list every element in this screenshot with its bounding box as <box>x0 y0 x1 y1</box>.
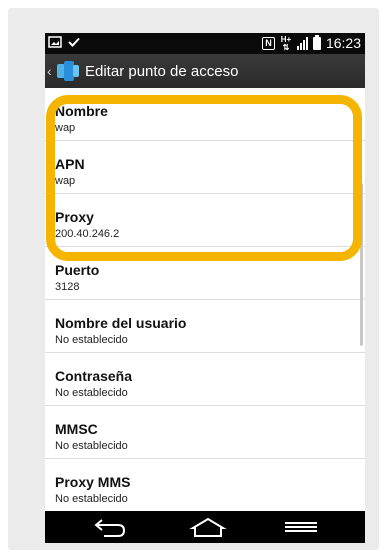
action-bar: ‹ Editar punto de acceso <box>45 54 365 88</box>
setting-nombre-usuario[interactable]: Nombre del usuario No establecido <box>45 300 365 353</box>
app-icon[interactable] <box>57 60 79 82</box>
setting-label: Contraseña <box>55 368 133 384</box>
nfc-icon: N <box>261 37 275 50</box>
setting-value: wap <box>55 175 76 187</box>
setting-label: Puerto <box>55 262 100 278</box>
up-chevron-icon[interactable]: ‹ <box>47 63 55 79</box>
back-icon[interactable] <box>90 516 130 538</box>
setting-contrasena[interactable]: Contraseña No establecido <box>45 353 365 406</box>
setting-label: Proxy MMS <box>55 474 131 490</box>
phone-screen: N H+ ⇅ 16:23 ‹ Editar punto de acceso Nom… <box>45 33 365 543</box>
hplus-icon: H+ ⇅ <box>280 34 292 52</box>
status-time: 16:23 <box>325 35 361 51</box>
setting-label: MMSC <box>55 421 98 437</box>
screenshot-frame: N H+ ⇅ 16:23 ‹ Editar punto de acceso Nom… <box>8 8 379 550</box>
check-icon <box>68 37 80 47</box>
setting-label: APN <box>55 156 85 172</box>
setting-puerto[interactable]: Puerto 3128 <box>45 247 365 300</box>
scrollbar[interactable] <box>360 183 363 346</box>
setting-value: 3128 <box>55 281 80 293</box>
navigation-bar <box>45 511 365 543</box>
setting-apn[interactable]: APN wap <box>45 141 365 194</box>
setting-proxy-mms[interactable]: Proxy MMS No establecido <box>45 459 365 512</box>
menu-icon[interactable] <box>281 516 321 538</box>
settings-list: Nombre wap APN wap Proxy 200.40.246.2 Pu… <box>45 88 365 512</box>
home-icon[interactable] <box>188 516 228 538</box>
setting-value: 200.40.246.2 <box>55 228 120 240</box>
setting-value: No establecido <box>55 440 128 452</box>
setting-label: Proxy <box>55 209 94 225</box>
battery-icon <box>312 35 321 50</box>
setting-value: No establecido <box>55 334 128 346</box>
setting-nombre[interactable]: Nombre wap <box>45 88 365 141</box>
screen-icon <box>48 36 62 48</box>
setting-value: No establecido <box>55 387 128 399</box>
setting-proxy[interactable]: Proxy 200.40.246.2 <box>45 194 365 247</box>
status-bar: N H+ ⇅ 16:23 <box>45 33 365 54</box>
setting-value: No establecido <box>55 493 128 505</box>
setting-value: wap <box>55 122 76 134</box>
setting-mmsc[interactable]: MMSC No establecido <box>45 406 365 459</box>
signal-icon <box>296 37 308 50</box>
setting-label: Nombre <box>55 103 108 119</box>
setting-label: Nombre del usuario <box>55 315 187 331</box>
page-title: Editar punto de acceso <box>85 62 239 80</box>
